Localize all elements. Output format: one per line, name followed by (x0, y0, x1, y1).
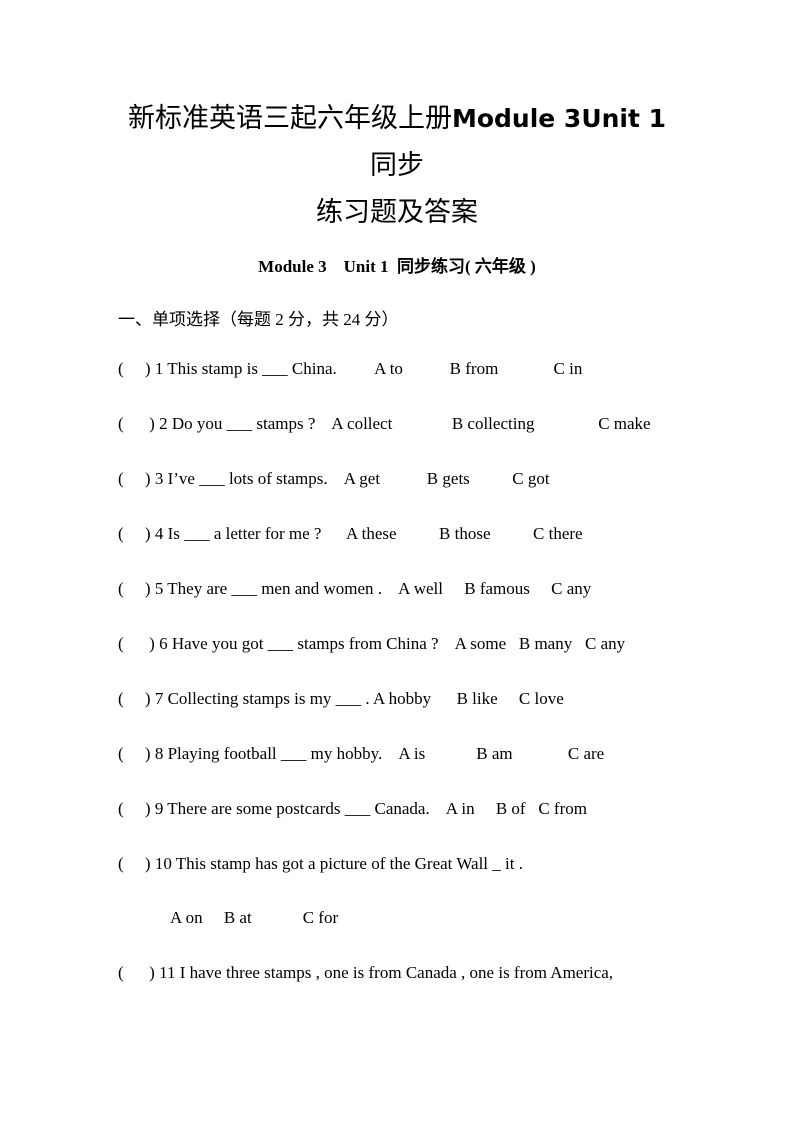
question-item: ( ) 2 Do you ___ stamps ? A collect B co… (118, 414, 651, 433)
document-page: 新标准英语三起六年级上册Module 3Unit 1 同步练习题及答案 Modul… (0, 0, 794, 1123)
page-title: 新标准英语三起六年级上册Module 3Unit 1 同步练习题及答案 (118, 95, 676, 236)
document-subtitle: Module 3 Unit 1 同步练习( 六年级 ) (258, 257, 536, 276)
page-title-line2: 练习题及答案 (316, 197, 478, 227)
question-item: ( ) 1 This stamp is ___ China. A to B fr… (118, 359, 583, 378)
section-heading-multiple-choice: 一、单项选择（每题 2 分，共 24 分） (118, 310, 399, 329)
question-item: ( ) 3 I’ve ___ lots of stamps. A get B g… (118, 469, 550, 488)
page-title-suffix: 同步 (370, 150, 424, 180)
question-item: ( ) 9 There are some postcards ___ Canad… (118, 799, 587, 818)
question-item: ( ) 7 Collecting stamps is my ___ . A ho… (118, 689, 564, 708)
question-item: ( ) 6 Have you got ___ stamps from China… (118, 634, 626, 653)
question-item: ( ) 4 Is ___ a letter for me ? A these B… (118, 524, 583, 543)
question-sub-options: A on B at C for (170, 908, 339, 927)
question-item: ( ) 8 Playing football ___ my hobby. A i… (118, 744, 605, 763)
page-title-module-unit: Module 3Unit 1 (451, 104, 667, 133)
question-item: ( ) 11 I have three stamps , one is from… (118, 963, 614, 982)
question-item: ( ) 5 They are ___ men and women . A wel… (118, 579, 592, 598)
question-item: ( ) 10 This stamp has got a picture of t… (118, 854, 523, 873)
page-title-prefix: 新标准英语三起六年级上册 (127, 103, 452, 133)
question-list: ( ) 1 This stamp is ___ China. A to B fr… (118, 355, 676, 987)
